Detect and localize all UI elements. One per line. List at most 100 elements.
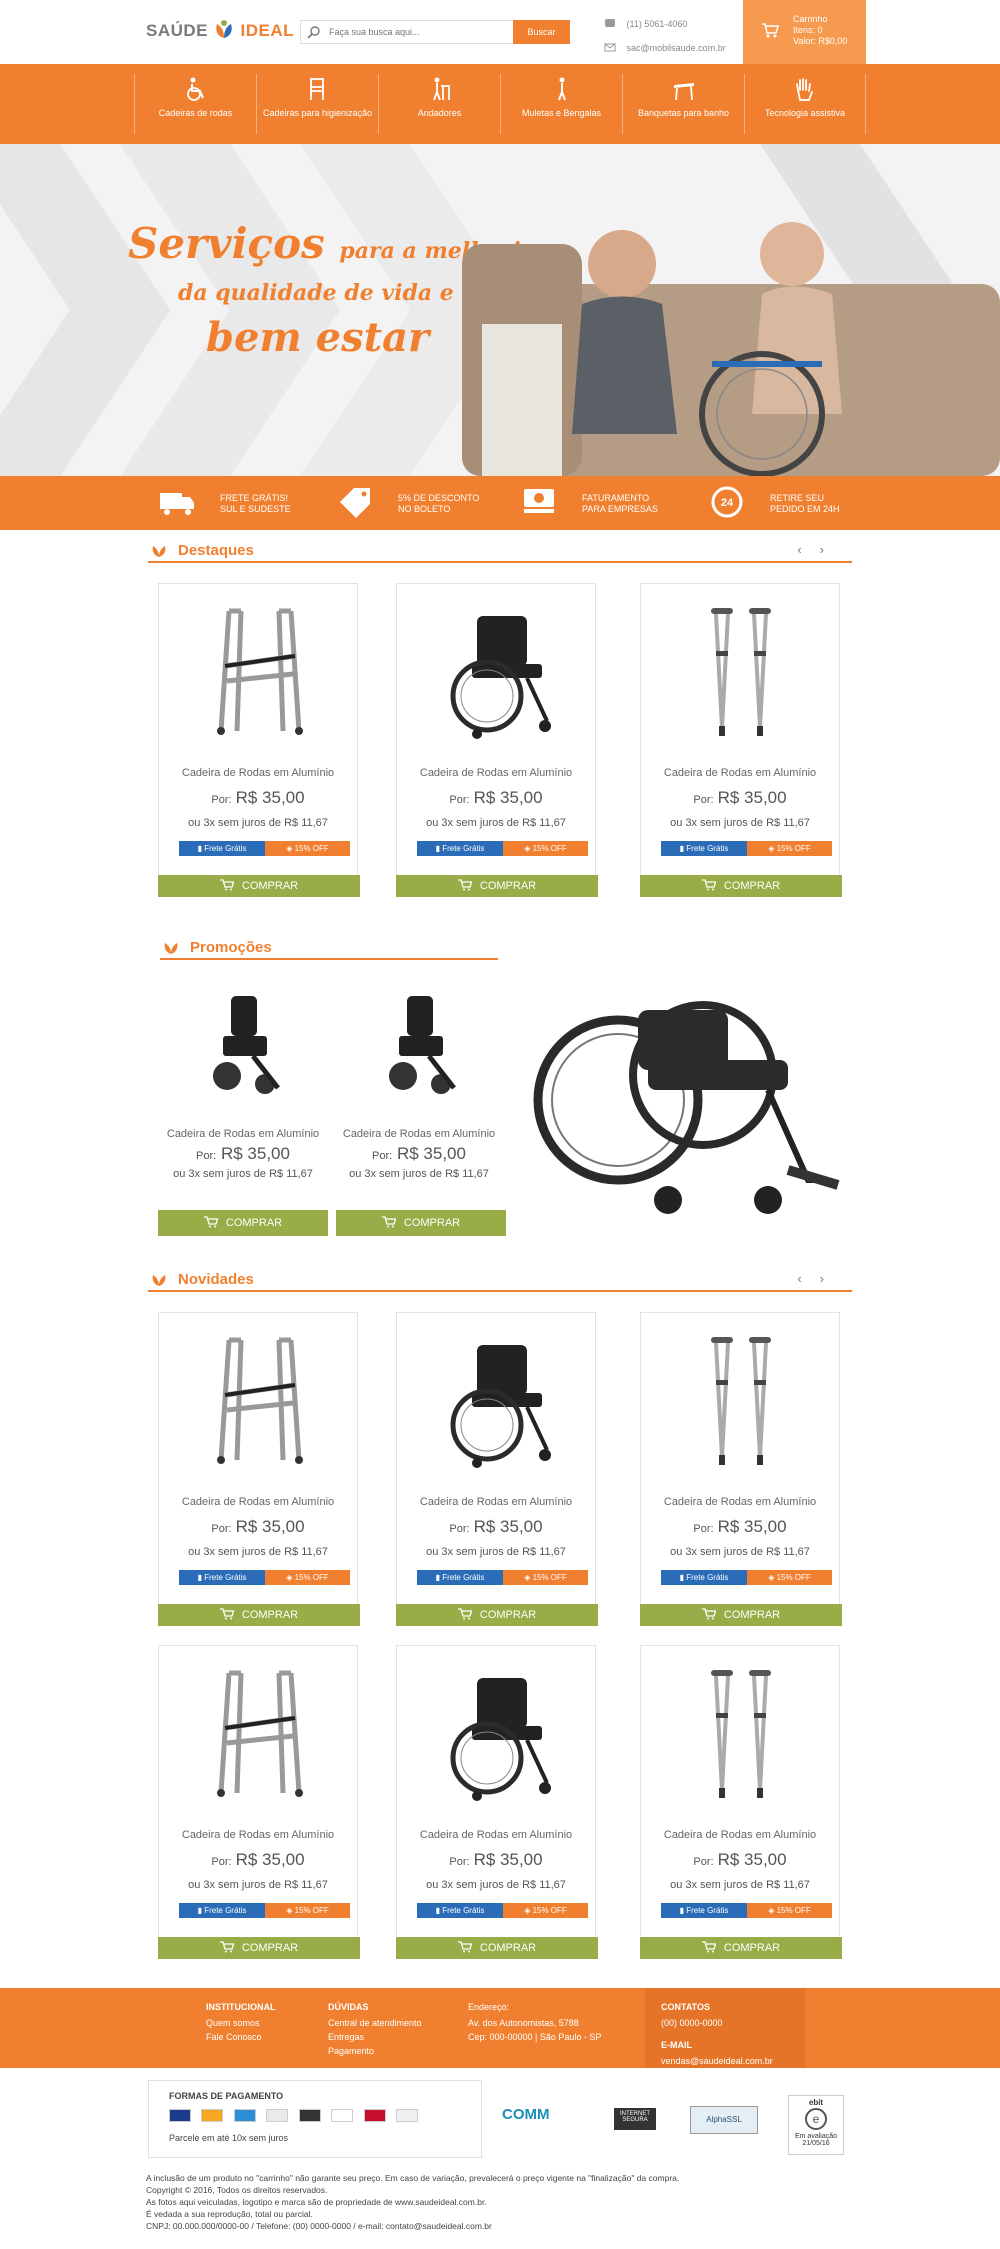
buy-button[interactable]: COMPRAR xyxy=(158,1937,360,1959)
cart-icon xyxy=(219,879,234,891)
buy-button[interactable]: COMPRAR xyxy=(640,1937,842,1959)
product-card[interactable]: Cadeira de Rodas em Alumínio Por: R$ 35,0… xyxy=(396,1312,596,1615)
product-installments: ou 3x sem juros de R$ 11,67 xyxy=(188,817,328,829)
cart-icon xyxy=(219,1941,234,1953)
buy-button[interactable]: COMPRAR xyxy=(336,1210,506,1236)
ebit-eval: Em avaliação xyxy=(794,2133,838,2140)
section-title: Novidades xyxy=(178,1271,254,1288)
nav-item-andadores[interactable]: Andadores xyxy=(378,74,500,134)
product-card[interactable]: Cadeira de Rodas em Alumínio Por: R$ 35,0… xyxy=(396,583,596,886)
product-card[interactable]: Cadeira de Rodas em Alumínio Por: R$ 35,0… xyxy=(158,1312,358,1615)
prev-arrow-icon[interactable]: ‹ xyxy=(797,542,819,557)
alphassl-seal[interactable]: AlphaSSL xyxy=(690,2106,758,2134)
cart-widget[interactable]: Carrinho Itens: 0 Valor: R$0,00 xyxy=(743,0,866,64)
search-input[interactable] xyxy=(329,23,509,41)
footer-link-quem-somos[interactable]: Quem somos xyxy=(206,2016,276,2030)
buy-button[interactable]: COMPRAR xyxy=(396,875,598,897)
badge-label: Frete Grátis xyxy=(204,1906,247,1915)
search-button[interactable]: Buscar xyxy=(513,20,570,44)
buy-label: COMPRAR xyxy=(241,1942,299,1954)
diners-icon xyxy=(266,2109,289,2122)
buy-button[interactable]: COMPRAR xyxy=(158,875,360,897)
buy-label: COMPRAR xyxy=(723,880,781,892)
discover-icon xyxy=(396,2109,419,2122)
search-icon xyxy=(307,26,320,39)
buy-label: COMPRAR xyxy=(225,1217,283,1229)
prev-arrow-icon[interactable]: ‹ xyxy=(797,1271,819,1286)
logo-leaf-icon xyxy=(216,20,232,38)
footer-link-central[interactable]: Central de atendimento xyxy=(328,2016,422,2030)
product-card[interactable]: Cadeira de Rodas em Alumínio Por: R$ 35,0… xyxy=(640,583,840,886)
discount-badge: ◈ 15% OFF xyxy=(265,841,350,856)
legal-line: É vedada a sua reprodução, total ou parc… xyxy=(146,2209,313,2219)
boleto-icon xyxy=(331,2109,354,2122)
footer-link-fale-conosco[interactable]: Fale Conosco xyxy=(206,2030,276,2044)
comm-seal[interactable]: COMM xyxy=(502,2106,550,2123)
buy-button[interactable]: COMPRAR xyxy=(640,875,842,897)
footer-endereco: Endereço: Av. dos Autonomistas, 5788 Cep… xyxy=(468,2000,601,2044)
nav-item-tecnologia[interactable]: Tecnologia assistiva xyxy=(744,74,866,134)
mastercard-icon xyxy=(201,2109,224,2122)
product-card[interactable]: Cadeira de Rodas em Alumínio Por: R$ 35,0… xyxy=(158,583,358,886)
feature-line2: PARA EMPRESAS xyxy=(582,504,658,514)
buy-label: COMPRAR xyxy=(241,880,299,892)
product-image-walker xyxy=(217,608,303,735)
crutch-icon xyxy=(557,77,566,101)
footer-email[interactable]: vendas@saudeideal.com.br xyxy=(661,2054,773,2068)
visa-icon xyxy=(169,2109,191,2122)
ebit-seal[interactable]: ebit e Em avaliação 21/05/16 xyxy=(788,2095,844,2155)
buy-button[interactable]: COMPRAR xyxy=(158,1210,328,1236)
section-destaques: Destaques ‹› xyxy=(148,541,852,563)
nav-item-cadeiras-de-rodas[interactable]: Cadeiras de rodas xyxy=(134,74,256,134)
promo-product[interactable]: Cadeira de Rodas em Alumínio Por: R$ 35,… xyxy=(158,990,328,1180)
logo-text-2: IDEAL xyxy=(240,21,294,40)
bath-stool-icon xyxy=(673,83,694,101)
product-name: Cadeira de Rodas em Alumínio xyxy=(166,1128,320,1140)
hygiene-chair-icon xyxy=(309,78,324,100)
product-card[interactable]: Cadeira de Rodas em Alumínio Por: R$ 35,0… xyxy=(640,1312,840,1615)
hero-banner[interactable]: Serviços para a melhoria da qualidade de… xyxy=(0,144,1000,476)
badge-label: 15% OFF xyxy=(776,844,811,853)
tag-icon: ◈ xyxy=(286,1906,295,1915)
email-address[interactable]: sac@mobilsaude.com.br xyxy=(627,43,726,53)
promo-wheelchair-large-image[interactable] xyxy=(528,950,848,1240)
search-box: Buscar xyxy=(300,20,570,44)
badge-label: Frete Grátis xyxy=(686,1906,729,1915)
internet-segura-seal[interactable]: INTERNET SEGURA xyxy=(614,2108,656,2130)
buy-button[interactable]: COMPRAR xyxy=(640,1604,842,1626)
product-name: Cadeira de Rodas em Alumínio xyxy=(419,1496,573,1508)
product-image-wheelchair xyxy=(450,1345,551,1468)
nav-label: Cadeiras para higienização xyxy=(262,108,373,118)
product-price: R$ 35,00 xyxy=(717,788,787,807)
logo[interactable]: SAÚDE IDEAL xyxy=(146,18,294,41)
product-badges: ▮ Frete Grátis ◈ 15% OFF xyxy=(417,1570,588,1585)
buy-button[interactable]: COMPRAR xyxy=(396,1604,598,1626)
buy-label: COMPRAR xyxy=(241,1609,299,1621)
nav-item-banquetas[interactable]: Banquetas para banho xyxy=(622,74,744,134)
price-prefix: Por: xyxy=(196,1150,217,1162)
cart-icon xyxy=(203,1216,218,1228)
price-prefix: Por: xyxy=(693,794,714,806)
buy-button[interactable]: COMPRAR xyxy=(396,1937,598,1959)
footer-link-pagamento[interactable]: Pagamento xyxy=(328,2044,422,2058)
tag-icon xyxy=(340,488,370,518)
next-arrow-icon[interactable]: › xyxy=(820,1271,842,1286)
nav-item-muletas[interactable]: Muletas e Bengalas xyxy=(500,74,622,134)
footer-link-entregas[interactable]: Entregas xyxy=(328,2030,422,2044)
phone-icon xyxy=(605,19,615,27)
tag-icon: ◈ xyxy=(524,844,533,853)
product-card[interactable]: Cadeira de Rodas em Alumínio Por: R$ 35,0… xyxy=(396,1645,596,1948)
nav-item-higienizacao[interactable]: Cadeiras para higienização xyxy=(256,74,378,134)
discount-badge: ◈ 15% OFF xyxy=(503,1570,588,1585)
free-shipping-badge: ▮ Frete Grátis xyxy=(179,841,265,856)
buy-button[interactable]: COMPRAR xyxy=(158,1604,360,1626)
product-name: Cadeira de Rodas em Alumínio xyxy=(181,767,335,779)
feature-line1: FRETE GRÁTIS! xyxy=(220,493,289,503)
product-card[interactable]: Cadeira de Rodas em Alumínio Por: R$ 35,0… xyxy=(640,1645,840,1948)
phone-number: (11) 5061-4060 xyxy=(626,19,688,29)
promo-product[interactable]: Cadeira de Rodas em Alumínio Por: R$ 35,… xyxy=(334,990,504,1180)
product-card[interactable]: Cadeira de Rodas em Alumínio Por: R$ 35,0… xyxy=(158,1645,358,1948)
legal-line: CNPJ: 00.000.000/0000-00 / Telefone: (00… xyxy=(146,2221,492,2231)
next-arrow-icon[interactable]: › xyxy=(820,542,842,557)
cart-icon xyxy=(762,23,779,38)
